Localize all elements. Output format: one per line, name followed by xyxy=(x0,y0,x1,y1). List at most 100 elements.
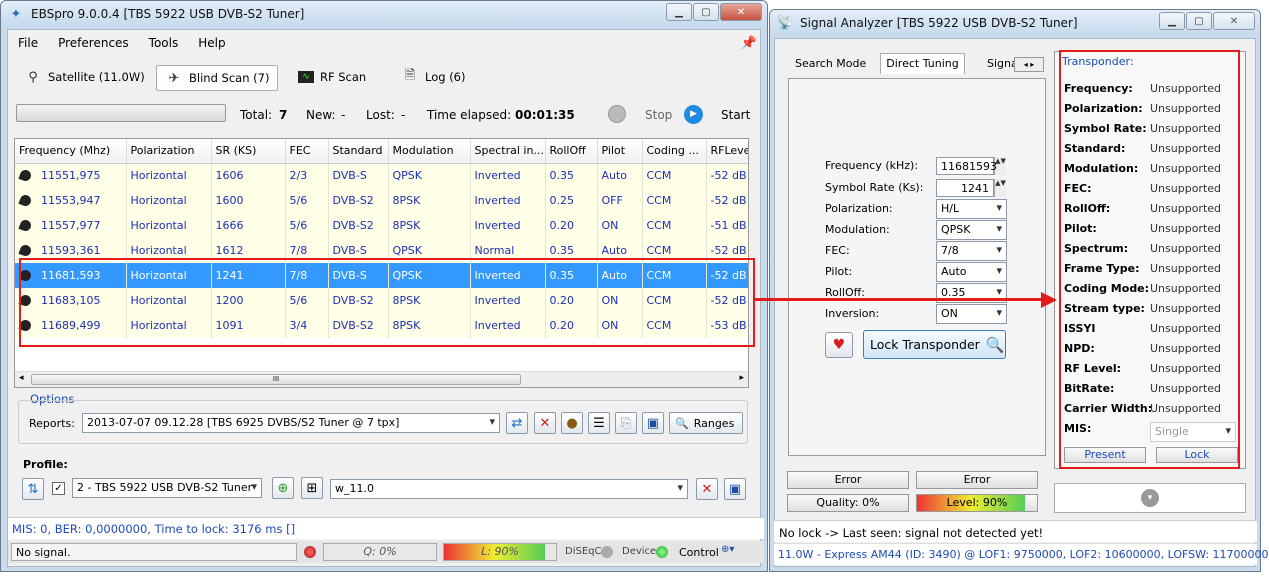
menu-bar: File Preferences Tools Help xyxy=(8,30,760,56)
new-profile-button[interactable]: ⊕ xyxy=(272,477,294,499)
table-cell: DVB-S xyxy=(328,163,389,188)
title-bar: ✦ EBSpro 9.0.0.4 [TBS 5922 USB DVB-S2 Tu… xyxy=(1,1,767,27)
table-cell: 11551,975 xyxy=(15,163,127,188)
form-label: Polarization: xyxy=(825,202,893,215)
reports-label: Reports: xyxy=(29,417,75,430)
horizontal-scrollbar[interactable]: ◂ III ▸ xyxy=(15,371,748,387)
menu-help[interactable]: Help xyxy=(188,36,235,50)
menu-tools[interactable]: Tools xyxy=(139,36,189,50)
favorite-button[interactable]: ♥ xyxy=(825,332,853,358)
elapsed-value: 00:01:35 xyxy=(515,108,575,122)
table-row[interactable]: 11551,975 Horizontal 1606 2/3 DVB-S QPSK Inver… xyxy=(15,163,748,188)
device-select[interactable]: 2 - TBS 5922 USB DVB-S2 Tuner xyxy=(72,478,262,498)
analyzer-close-button[interactable]: ✕ xyxy=(1213,12,1255,30)
minimize-button[interactable]: ▁ xyxy=(666,3,692,21)
analyzer-title: Signal Analyzer [TBS 5922 USB DVB-S2 Tun… xyxy=(800,16,1078,30)
table-cell: Horizontal xyxy=(126,213,212,238)
tab-rf-scan[interactable]: ∿ RF Scan xyxy=(290,64,374,90)
lock-transponder-button[interactable]: Lock Transponder 🔍 xyxy=(863,330,1006,359)
col-modulation[interactable]: Modulation xyxy=(388,139,471,164)
export-button[interactable]: ⎘ xyxy=(615,412,637,434)
col-spectral-inversion[interactable]: Spectral in... xyxy=(470,139,546,164)
tuning-select[interactable]: Auto xyxy=(936,262,1007,282)
col-coding[interactable]: Coding ... xyxy=(642,139,707,164)
tab-satellite[interactable]: ⚲ Satellite (11.0W) xyxy=(16,64,153,90)
col-rolloff[interactable]: RollOff xyxy=(545,139,598,164)
table-cell: 11557,977 xyxy=(15,213,127,238)
analyzer-maximize-button[interactable]: ▢ xyxy=(1186,12,1212,30)
table-row[interactable]: 11553,947 Horizontal 1600 5/6 DVB-S2 8PSK Inve… xyxy=(15,188,748,213)
stop-icon[interactable] xyxy=(608,105,626,123)
start-icon[interactable]: ▶ xyxy=(684,105,703,124)
save-profile-button[interactable]: ▣ xyxy=(724,478,746,500)
maximize-button[interactable]: ▢ xyxy=(693,3,719,21)
table-cell: ON xyxy=(597,213,643,238)
table-cell: Inverted xyxy=(470,163,546,188)
menu-file[interactable]: File xyxy=(8,36,48,50)
profile-refresh-button[interactable]: ⇅ xyxy=(22,478,44,500)
tab-scroll-buttons[interactable]: ◂ ▸ xyxy=(1014,57,1044,72)
scan-progress-bar xyxy=(16,104,226,122)
table-cell: 11553,947 xyxy=(15,188,127,213)
lost-label: Lost: xyxy=(366,108,395,122)
delete-report-button[interactable]: ✕ xyxy=(534,412,556,434)
col-rflevel[interactable]: RFLeve xyxy=(706,139,748,164)
profile-title: Profile: xyxy=(23,458,68,471)
table-cell: 0.35 xyxy=(545,163,598,188)
ranges-button[interactable]: 🔍 Ranges xyxy=(669,412,743,434)
device-label: Device xyxy=(622,546,657,557)
signal-status: No signal. xyxy=(11,543,297,561)
list-view-button[interactable]: ☰ xyxy=(588,412,610,434)
form-label: Frequency (kHz): xyxy=(825,159,919,172)
col-fec[interactable]: FEC xyxy=(285,139,329,164)
col-pilot[interactable]: Pilot xyxy=(597,139,643,164)
quality-meter: Q: 0% xyxy=(323,543,437,561)
tuning-select[interactable]: QPSK xyxy=(936,220,1007,240)
status-bar: No signal. Q: 0% L: 90% DiSEqC Device Co… xyxy=(8,541,764,563)
delete-profile-button[interactable]: ✕ xyxy=(696,478,718,500)
spinner-arrows[interactable]: ▲▼ xyxy=(994,179,1006,197)
col-standard[interactable]: Standard xyxy=(328,139,389,164)
tuning-select[interactable]: H/L xyxy=(936,199,1007,219)
profile-settings-button[interactable]: ⊞ xyxy=(301,477,323,499)
profile-checkbox[interactable]: ✓ xyxy=(52,482,65,495)
scroll-thumb[interactable]: III xyxy=(31,374,521,385)
col-polarization[interactable]: Polarization xyxy=(126,139,212,164)
tab-log[interactable]: 🗎 Log (6) xyxy=(393,64,474,90)
table-cell: -51 dB xyxy=(706,213,748,238)
stop-button[interactable]: Stop xyxy=(645,108,672,122)
preset-select[interactable]: w_11.0 xyxy=(330,479,688,499)
pin-icon[interactable]: 📌 xyxy=(740,35,758,51)
close-button[interactable]: ✕ xyxy=(720,3,762,21)
table-cell: Inverted xyxy=(470,188,546,213)
col-frequency[interactable]: Frequency (Mhz) xyxy=(15,139,127,164)
table-cell: 5/6 xyxy=(285,213,329,238)
symbol-rate-input[interactable]: 1241 xyxy=(936,179,994,197)
tab-blind-scan[interactable]: ✈ Blind Scan (7) xyxy=(156,65,279,91)
menu-preferences[interactable]: Preferences xyxy=(48,36,139,50)
refresh-report-button[interactable]: ⇄ xyxy=(506,412,528,434)
error-indicator-1: Error xyxy=(787,471,909,489)
reports-select[interactable]: 2013-07-07 09.12.28 [TBS 6925 DVBS/S2 Tu… xyxy=(82,413,500,433)
diseqc-led-icon xyxy=(601,546,613,558)
tab-search-mode[interactable]: Search Mode xyxy=(795,57,866,70)
form-label: FEC: xyxy=(825,244,850,257)
total-label: Total: xyxy=(240,108,273,122)
save-report-button[interactable]: ▣ xyxy=(642,412,664,434)
tab-direct-tuning[interactable]: Direct Tuning xyxy=(880,53,965,74)
tuning-select[interactable]: 7/8 xyxy=(936,241,1007,261)
analyzer-minimize-button[interactable]: ▁ xyxy=(1159,12,1185,30)
col-sr[interactable]: SR (KS) xyxy=(211,139,286,164)
globe-report-button[interactable]: ● xyxy=(561,412,583,434)
start-button[interactable]: Start xyxy=(721,108,750,122)
form-label: Modulation: xyxy=(825,223,890,236)
control-dropdown[interactable]: ⊕▾ xyxy=(721,544,747,560)
satellite-dish-icon xyxy=(19,219,35,233)
antenna-icon: 📡 xyxy=(776,15,794,31)
expand-chevron-icon[interactable]: ▾ xyxy=(1141,489,1159,507)
scroll-right-arrow[interactable]: ▸ xyxy=(739,373,744,383)
frequency-input[interactable]: 11681593 xyxy=(936,157,997,175)
tuning-select[interactable]: ON xyxy=(936,304,1007,324)
table-row[interactable]: 11557,977 Horizontal 1666 5/6 DVB-S2 8PSK Inve… xyxy=(15,213,748,238)
scroll-left-arrow[interactable]: ◂ xyxy=(19,373,24,383)
